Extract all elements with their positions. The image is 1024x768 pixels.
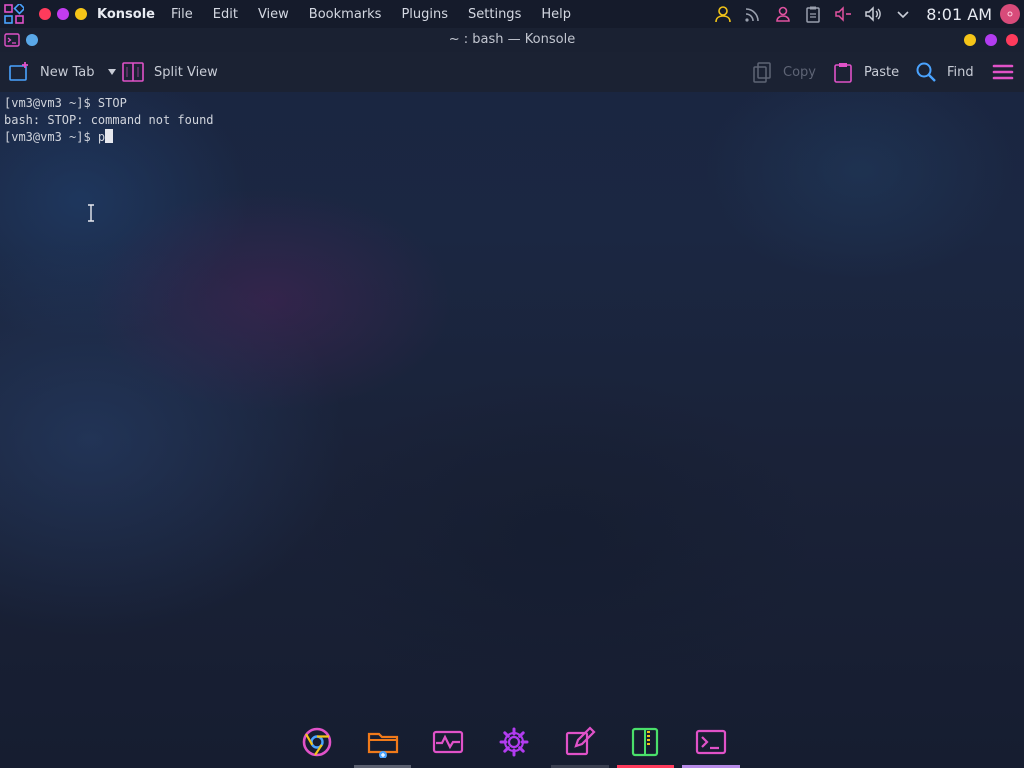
- hamburger-menu-button[interactable]: [992, 52, 1014, 92]
- clock[interactable]: 8:01 AM: [926, 5, 992, 24]
- user-icon[interactable]: [708, 0, 738, 28]
- copy-button[interactable]: Copy: [751, 52, 816, 92]
- chrome-icon: [301, 726, 333, 762]
- terminal-view[interactable]: [vm3@vm3 ~]$ STOP bash: STOP: command not…: [4, 95, 214, 146]
- dock-item-archive[interactable]: [613, 720, 679, 768]
- copy-icon: [751, 61, 773, 83]
- chevron-down-icon[interactable]: [888, 0, 918, 28]
- close-dot[interactable]: [39, 8, 51, 20]
- menu-edit[interactable]: Edit: [203, 7, 248, 22]
- app-launcher-icon[interactable]: [3, 3, 25, 25]
- menu-help[interactable]: Help: [531, 7, 581, 22]
- dock-item-system-monitor[interactable]: [415, 720, 481, 768]
- new-tab-button[interactable]: New Tab: [8, 52, 117, 92]
- text-editor-icon: [564, 726, 596, 762]
- search-icon: [915, 61, 937, 83]
- dock-item-chrome[interactable]: [284, 720, 350, 768]
- menu-bookmarks[interactable]: Bookmarks: [299, 7, 392, 22]
- split-view-label: Split View: [154, 64, 218, 80]
- window-title: ~ : bash — Konsole: [448, 32, 576, 47]
- split-view-icon: [122, 61, 144, 83]
- dock-item-terminal[interactable]: [678, 720, 744, 768]
- mouse-ibeam-cursor: [86, 204, 96, 222]
- app-name: Konsole: [97, 6, 155, 22]
- minimize-button[interactable]: [964, 34, 976, 46]
- hamburger-icon: [992, 61, 1014, 83]
- paste-icon: [832, 61, 854, 83]
- konsole-toolbar: New Tab Split View Copy Paste Find: [0, 52, 1024, 92]
- top-panel: Konsole File Edit View Bookmarks Plugins…: [0, 0, 1024, 28]
- maximize-dot[interactable]: [57, 8, 69, 20]
- settings-icon: [498, 726, 530, 762]
- paste-label: Paste: [864, 64, 900, 80]
- new-tab-icon: [8, 61, 30, 83]
- volume-icon[interactable]: [858, 0, 888, 28]
- dock-item-text-editor[interactable]: [547, 720, 613, 768]
- find-label: Find: [947, 64, 974, 80]
- window-titlebar[interactable]: ~ : bash — Konsole: [0, 28, 1024, 52]
- menu-file[interactable]: File: [161, 7, 203, 22]
- volume-mute-icon[interactable]: [828, 0, 858, 28]
- split-view-button[interactable]: Split View: [122, 52, 218, 92]
- system-monitor-icon: [432, 726, 464, 762]
- maximize-button[interactable]: [985, 34, 997, 46]
- terminal-line: bash: STOP: command not found: [4, 113, 214, 127]
- clipboard-icon[interactable]: [798, 0, 828, 28]
- contacts-icon[interactable]: [768, 0, 798, 28]
- files-icon: [367, 726, 399, 762]
- menu-view[interactable]: View: [248, 7, 299, 22]
- terminal-icon: [695, 726, 727, 762]
- minimize-dot[interactable]: [75, 8, 87, 20]
- terminal-cursor: [105, 129, 114, 143]
- global-menu: File Edit View Bookmarks Plugins Setting…: [161, 7, 581, 22]
- new-tab-label: New Tab: [40, 64, 95, 80]
- terminal-prompt: [vm3@vm3 ~]$: [4, 130, 98, 144]
- dock-item-files[interactable]: [350, 720, 416, 768]
- caret-down-icon[interactable]: [107, 68, 117, 76]
- rss-icon[interactable]: [738, 0, 768, 28]
- menu-plugins[interactable]: Plugins: [391, 7, 458, 22]
- close-button[interactable]: [1006, 34, 1018, 46]
- dock-item-settings[interactable]: [481, 720, 547, 768]
- terminal-input[interactable]: p: [98, 130, 105, 144]
- system-tray: 8:01 AM: [708, 0, 1024, 28]
- window-buttons: [964, 34, 1018, 46]
- menu-settings[interactable]: Settings: [458, 7, 531, 22]
- terminal-prompt-line: [vm3@vm3 ~]$ p: [4, 129, 214, 146]
- terminal-line: [vm3@vm3 ~]$ STOP: [4, 96, 127, 110]
- copy-label: Copy: [783, 64, 816, 80]
- paste-button[interactable]: Paste: [832, 52, 899, 92]
- archive-icon: [629, 726, 661, 762]
- avatar[interactable]: [1000, 4, 1020, 24]
- window-controls-global: [39, 8, 87, 20]
- find-button[interactable]: Find: [915, 52, 974, 92]
- dock: [284, 720, 744, 768]
